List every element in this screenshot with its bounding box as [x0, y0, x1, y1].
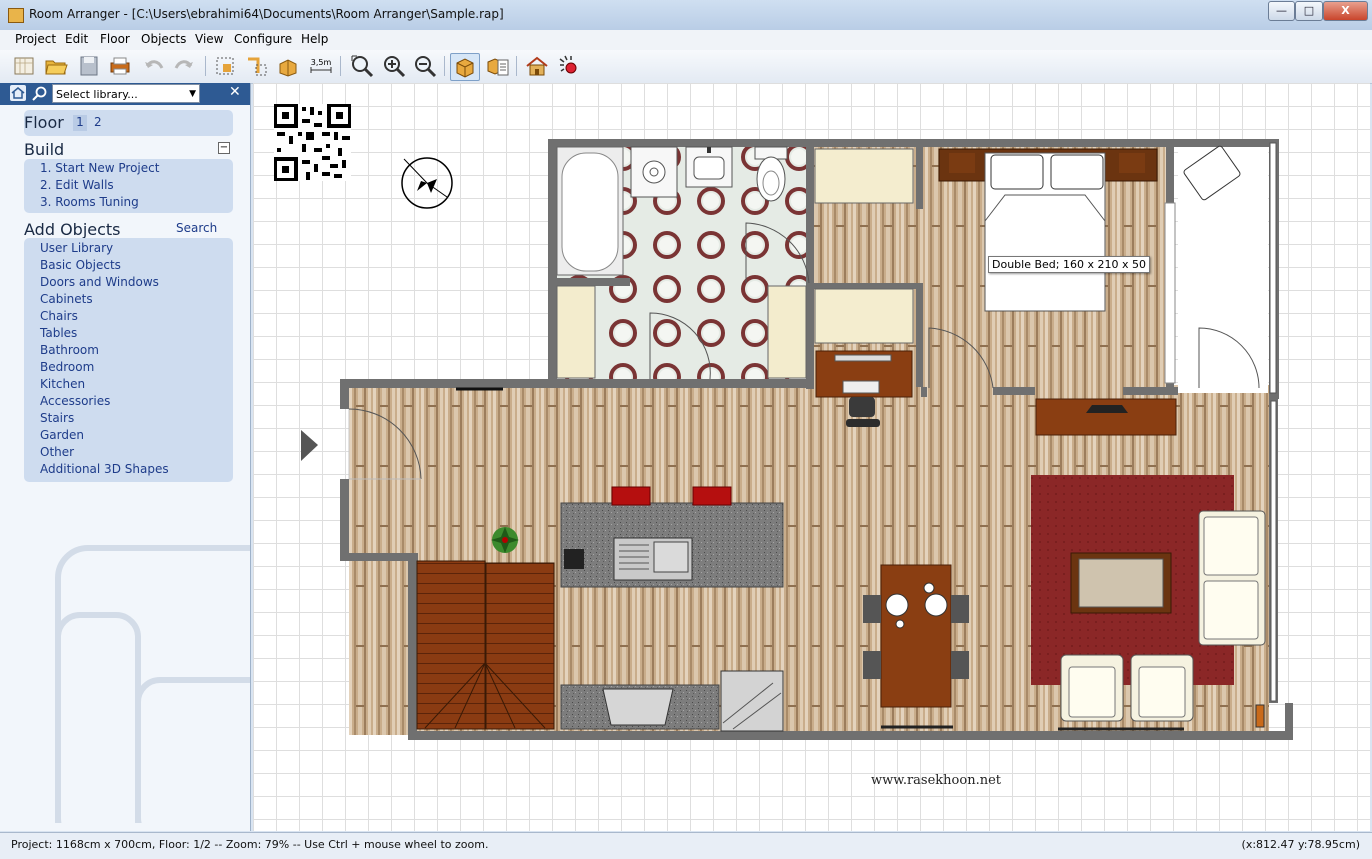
wall-tool-icon[interactable] [245, 54, 269, 78]
save-icon[interactable] [77, 54, 101, 78]
menu-configure[interactable]: Configure [234, 32, 292, 46]
cursor-coordinates: (x:812.47 y:78.95cm) [1241, 838, 1360, 851]
zoom-out-icon[interactable] [413, 54, 437, 78]
sidebar: Select library... ▼ ✕ Floor 1 2 Build − … [0, 83, 251, 831]
category-kitchen[interactable]: Kitchen [40, 377, 85, 391]
toolbar-separator [444, 56, 445, 76]
add-objects-title: Add Objects [24, 220, 121, 239]
floor-plan [301, 139, 1293, 740]
watermark-text: www.rasekhoon.net [871, 773, 1001, 788]
menu-floor[interactable]: Floor [100, 32, 130, 46]
zoom-in-icon[interactable] [382, 54, 406, 78]
menu-bar: Project Edit Floor Objects View Configur… [0, 30, 1372, 50]
toolbar-separator [205, 56, 206, 76]
3d-box-icon[interactable] [450, 53, 480, 81]
menu-objects[interactable]: Objects [141, 32, 186, 46]
floor-tab-2[interactable]: 2 [94, 115, 102, 129]
category-doors-windows[interactable]: Doors and Windows [40, 275, 159, 289]
floor-plan-canvas[interactable]: Double Bed; 160 x 210 x 50 www.rasekhoon… [253, 83, 1370, 831]
build-title: Build [24, 140, 65, 159]
search-link[interactable]: Search [176, 221, 217, 235]
category-stairs[interactable]: Stairs [40, 411, 74, 425]
object-tooltip: Double Bed; 160 x 210 x 50 [988, 256, 1150, 273]
toolbar-separator [340, 56, 341, 76]
sidebar-decoration [55, 545, 250, 823]
measure-label: 3,5m [311, 58, 332, 67]
toolbar-separator [516, 56, 517, 76]
zoom-fit-icon[interactable] [350, 54, 374, 78]
category-other[interactable]: Other [40, 445, 74, 459]
undo-icon[interactable] [142, 54, 166, 78]
category-chairs[interactable]: Chairs [40, 309, 78, 323]
window-title: Room Arranger - [C:\Users\ebrahimi64\Doc… [29, 7, 504, 21]
category-basic-objects[interactable]: Basic Objects [40, 258, 121, 272]
category-bathroom[interactable]: Bathroom [40, 343, 99, 357]
open-icon[interactable] [44, 54, 68, 78]
objects-tool-icon[interactable] [277, 54, 301, 78]
category-user-library[interactable]: User Library [40, 241, 113, 255]
floor-tab-1[interactable]: 1 [73, 115, 87, 131]
print-icon[interactable] [108, 54, 132, 78]
object-list-icon[interactable] [486, 54, 510, 78]
menu-view[interactable]: View [195, 32, 223, 46]
category-tables[interactable]: Tables [40, 326, 77, 340]
menu-help[interactable]: Help [301, 32, 328, 46]
library-select[interactable]: Select library... ▼ [52, 84, 200, 103]
floor-title: Floor [24, 113, 64, 132]
redo-icon[interactable] [172, 54, 196, 78]
status-info: Project: 1168cm x 700cm, Floor: 1/2 -- Z… [11, 838, 489, 851]
minimize-button[interactable]: — [1268, 1, 1295, 21]
app-icon [8, 8, 24, 23]
3d-view-icon[interactable] [525, 54, 549, 78]
library-bar: Select library... ▼ ✕ [0, 83, 250, 105]
measure-icon[interactable]: 3,5m [309, 54, 333, 78]
category-garden[interactable]: Garden [40, 428, 84, 442]
maximize-button[interactable]: □ [1295, 1, 1323, 21]
category-accessories[interactable]: Accessories [40, 394, 110, 408]
build-start-new-project[interactable]: 1. Start New Project [40, 161, 159, 175]
home-icon[interactable] [10, 85, 26, 101]
render-icon[interactable] [557, 54, 581, 78]
menu-edit[interactable]: Edit [65, 32, 88, 46]
status-bar: Project: 1168cm x 700cm, Floor: 1/2 -- Z… [0, 832, 1372, 859]
collapse-build-button[interactable]: − [218, 142, 230, 154]
category-cabinets[interactable]: Cabinets [40, 292, 93, 306]
build-edit-walls[interactable]: 2. Edit Walls [40, 178, 114, 192]
new-project-icon[interactable] [12, 54, 36, 78]
build-rooms-tuning[interactable]: 3. Rooms Tuning [40, 195, 139, 209]
menu-project[interactable]: Project [15, 32, 56, 46]
category-additional-3d-shapes[interactable]: Additional 3D Shapes [40, 462, 169, 476]
search-icon[interactable] [31, 85, 48, 102]
close-button[interactable]: X [1323, 1, 1368, 21]
category-bedroom[interactable]: Bedroom [40, 360, 94, 374]
close-panel-button[interactable]: ✕ [229, 84, 241, 100]
chevron-down-icon: ▼ [189, 89, 196, 99]
room-tool-icon[interactable] [213, 54, 237, 78]
toolbar: 3,5m [0, 50, 1372, 84]
library-select-value: Select library... [56, 88, 138, 101]
title-bar: Room Arranger - [C:\Users\ebrahimi64\Doc… [0, 0, 1372, 31]
